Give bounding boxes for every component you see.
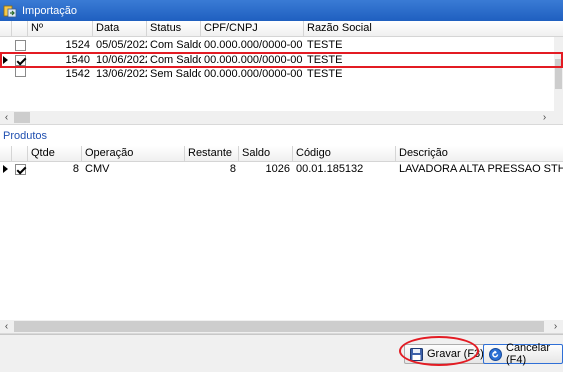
row-checkbox[interactable]: [15, 40, 26, 51]
horizontal-scroll-thumb[interactable]: [14, 321, 544, 332]
highlight-marker: [0, 52, 563, 68]
scroll-right-icon[interactable]: ›: [538, 111, 551, 124]
cell-data: 05/05/2022: [96, 39, 147, 51]
cell-codigo: 00.01.185132: [296, 163, 364, 175]
scroll-right-icon[interactable]: ›: [549, 320, 562, 333]
indicator-header: [0, 146, 12, 162]
highlight-circle: [399, 336, 479, 366]
cell-razao-social: TESTE: [307, 68, 343, 80]
horizontal-scroll-thumb[interactable]: [14, 112, 30, 123]
cell-operacao: CMV: [85, 163, 110, 175]
col-header-qtde[interactable]: Qtde: [28, 146, 82, 162]
row-checkbox[interactable]: [15, 164, 26, 175]
table-row[interactable]: 1542 13/06/2022 Sem Saldo 00.000.000/000…: [0, 66, 563, 81]
col-header-status[interactable]: Status: [147, 21, 201, 37]
produtos-grid-horizontal-scrollbar[interactable]: ‹ ›: [0, 320, 563, 333]
cell-cpf-cnpj: 00.000.000/0000-00: [204, 68, 303, 80]
table-row[interactable]: 1524 05/05/2022 Com Saldo 00.000.000/000…: [0, 39, 563, 52]
col-header-codigo[interactable]: Código: [293, 146, 396, 162]
cell-data: 13/06/2022: [96, 68, 147, 80]
cancelar-button[interactable]: Cancelar (F4): [483, 342, 563, 366]
import-grid-header: Nº Data Status CPF/CNPJ Razão Social: [0, 21, 563, 37]
cancel-circle-icon: [489, 347, 502, 361]
col-header-razao-social[interactable]: Razão Social: [304, 21, 554, 37]
title-bar: Importação: [0, 0, 563, 21]
cell-descricao: LAVADORA ALTA PRESSAO STHIL 220V: [399, 163, 563, 175]
cell-numero: 1542: [65, 68, 90, 80]
row-indicator: [0, 39, 12, 52]
produtos-grid-header: Qtde Operação Restante Saldo Código Desc…: [0, 146, 563, 162]
window-title: Importação: [22, 4, 78, 17]
check-header: [12, 21, 28, 37]
cell-status: Sem Saldo: [150, 68, 201, 80]
import-grid-horizontal-scrollbar[interactable]: ‹ ›: [0, 111, 563, 124]
col-header-data[interactable]: Data: [93, 21, 147, 37]
cell-razao-social: TESTE: [307, 39, 343, 51]
cell-status: Com Saldo: [150, 39, 201, 51]
produtos-grid[interactable]: Qtde Operação Restante Saldo Código Desc…: [0, 146, 563, 334]
cancelar-label: Cancelar (F4): [506, 342, 551, 366]
row-indicator: [0, 68, 12, 81]
current-row-indicator: [0, 163, 12, 176]
scroll-left-icon[interactable]: ‹: [0, 320, 13, 333]
import-icon: [3, 4, 17, 18]
cell-restante: 8: [229, 163, 236, 175]
col-header-operacao[interactable]: Operação: [82, 146, 185, 162]
col-header-cpf-cnpj[interactable]: CPF/CNPJ: [201, 21, 304, 37]
col-header-saldo[interactable]: Saldo: [239, 146, 293, 162]
cell-cpf-cnpj: 00.000.000/0000-00: [204, 39, 303, 51]
produtos-section-label: Produtos: [3, 130, 48, 142]
table-row[interactable]: 8 CMV 8 1026 00.01.185132 LAVADORA ALTA …: [0, 163, 563, 176]
indicator-header: [0, 21, 12, 37]
check-header: [12, 146, 28, 162]
col-header-numero[interactable]: Nº: [28, 21, 93, 37]
col-header-descricao[interactable]: Descrição: [396, 146, 563, 162]
cell-saldo: 1026: [265, 163, 290, 175]
import-grid-vertical-scrollbar[interactable]: [554, 37, 563, 111]
col-header-restante[interactable]: Restante: [185, 146, 239, 162]
cell-numero: 1524: [65, 39, 90, 51]
scroll-left-icon[interactable]: ‹: [0, 111, 13, 124]
cell-qtde: 8: [72, 163, 79, 175]
import-grid[interactable]: Nº Data Status CPF/CNPJ Razão Social 152…: [0, 21, 563, 125]
